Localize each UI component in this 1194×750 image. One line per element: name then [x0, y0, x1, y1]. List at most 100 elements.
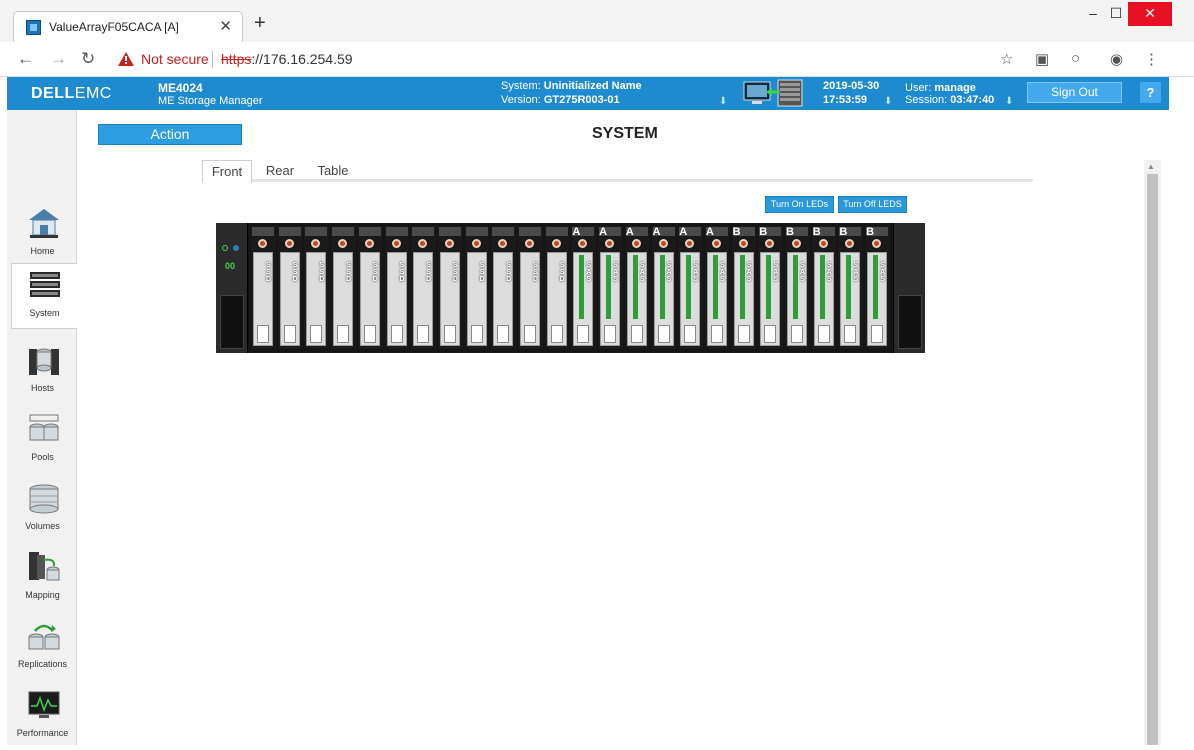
- url-host: ://176.16.254.59: [251, 51, 353, 67]
- window-close-icon[interactable]: ✕: [1128, 2, 1172, 26]
- sidebar-item-volumes[interactable]: Volumes: [11, 477, 74, 543]
- browser-tabbar: ValueArrayF05CACA [A] ✕ + – ☐ ✕: [0, 0, 1194, 42]
- drive-carrier: SAS: [626, 252, 647, 346]
- drive-slot[interactable]: A SAS: [571, 226, 596, 349]
- drive-type-label: SSD: [532, 261, 539, 283]
- minimize-icon[interactable]: –: [1083, 2, 1103, 26]
- drive-slot[interactable]: SSD: [518, 226, 543, 349]
- system-name-line[interactable]: System: Uninitialized Name: [501, 80, 642, 92]
- action-button[interactable]: Action: [98, 124, 242, 145]
- vertical-scrollbar[interactable]: ▲: [1144, 160, 1161, 745]
- back-icon[interactable]: ←: [17, 49, 34, 69]
- drive-carrier: SSD: [359, 252, 380, 346]
- extension-icon[interactable]: ○: [1071, 50, 1080, 67]
- disk-group-letter: B: [786, 226, 794, 238]
- drive-sticker: [871, 325, 884, 343]
- drive-slot[interactable]: SSD: [437, 226, 463, 349]
- drive-slot[interactable]: B SAS: [865, 226, 890, 349]
- drive-slot[interactable]: A SAS: [624, 226, 650, 349]
- drive-slot[interactable]: SSD: [411, 226, 436, 349]
- drive-slot[interactable]: B SAS: [838, 226, 863, 349]
- drive-sticker: [844, 325, 857, 343]
- session-line: Session: 03:47:40: [905, 94, 995, 106]
- sidebar-item-system[interactable]: System: [11, 263, 77, 329]
- turn-on-leds-button[interactable]: Turn On LEDs: [765, 196, 834, 213]
- sign-out-button[interactable]: Sign Out: [1027, 82, 1122, 103]
- sidebar-item-replications[interactable]: Replications: [11, 615, 74, 681]
- drive-slot[interactable]: B SAS: [731, 226, 757, 349]
- sidebar-item-mapping[interactable]: Mapping: [11, 546, 74, 612]
- drive-slot[interactable]: A SAS: [704, 226, 730, 349]
- tab-rear[interactable]: Rear: [259, 160, 301, 183]
- scroll-up-icon[interactable]: ▲: [1147, 162, 1155, 171]
- sidebar-item-home[interactable]: Home: [11, 202, 74, 268]
- drive-sticker: [390, 325, 403, 343]
- pools-icon: [29, 414, 59, 441]
- user-expand-icon[interactable]: ⬇: [1005, 96, 1013, 107]
- drive-latch: [412, 227, 435, 236]
- security-indicator[interactable]: Not secure: [141, 51, 209, 67]
- close-tab-icon[interactable]: ✕: [219, 17, 232, 35]
- reload-icon[interactable]: ↻: [81, 49, 95, 69]
- drive-led-icon: [631, 239, 641, 248]
- drive-type-label: SAS: [718, 261, 726, 283]
- sidebar-item-hosts[interactable]: Hosts: [11, 339, 74, 405]
- browser-tab[interactable]: ValueArrayF05CACA [A] ✕: [13, 11, 243, 42]
- sidebar-item-performance[interactable]: Performance: [11, 684, 74, 750]
- drive-slot[interactable]: SSD: [384, 226, 409, 349]
- system-health-icon[interactable]: [742, 79, 804, 107]
- url-field[interactable]: https://176.16.254.59: [221, 51, 353, 67]
- scrollbar-thumb[interactable]: [1147, 174, 1158, 745]
- drive-slot[interactable]: SSD: [304, 226, 329, 349]
- drive-carrier: SAS: [706, 252, 727, 346]
- mapping-icon: [29, 552, 60, 581]
- drive-latch: [252, 227, 274, 236]
- account-icon[interactable]: ◉: [1110, 50, 1123, 68]
- drive-slot[interactable]: B SAS: [785, 226, 810, 349]
- drive-type-label: SSD: [425, 261, 433, 283]
- drive-slot[interactable]: SSD: [544, 226, 570, 349]
- disk-group-letter: B: [839, 226, 848, 238]
- drive-carrier: SSD: [546, 252, 567, 346]
- drive-slot[interactable]: SSD: [464, 226, 490, 349]
- pdf-extension-icon[interactable]: ▣: [1035, 50, 1049, 68]
- drive-latch: [385, 227, 408, 236]
- drive-carrier: SAS: [733, 252, 754, 346]
- tab-front[interactable]: Front: [202, 160, 252, 183]
- drive-sticker: [684, 325, 697, 343]
- sidebar-item-pools[interactable]: Pools: [11, 408, 74, 474]
- system-expand-icon[interactable]: ⬇: [719, 96, 727, 107]
- new-tab-icon[interactable]: +: [254, 12, 266, 35]
- drive-slot[interactable]: A SAS: [678, 226, 703, 349]
- drive-slot[interactable]: A SAS: [598, 226, 623, 349]
- drive-slot[interactable]: B SAS: [758, 226, 783, 349]
- drive-latch: [278, 227, 301, 236]
- drive-type-label: SAS: [772, 261, 780, 283]
- enclosure-front-view[interactable]: 00 SSD SSD SSD SSD SSD SSD SSD SSD SSD SSD SSD SSD A…: [216, 223, 925, 353]
- maximize-icon[interactable]: ☐: [1106, 2, 1126, 26]
- help-button[interactable]: ?: [1140, 82, 1161, 103]
- drive-slot[interactable]: A SAS: [651, 226, 676, 349]
- drive-carrier: SSD: [520, 252, 540, 346]
- drive-carrier: SAS: [813, 252, 834, 346]
- drive-led-icon: [338, 239, 348, 248]
- drive-slot[interactable]: SSD: [277, 226, 303, 349]
- bookmark-star-icon[interactable]: ☆: [1000, 50, 1013, 68]
- menu-icon[interactable]: ⋮: [1144, 50, 1159, 68]
- drive-type-label: SAS: [745, 261, 753, 283]
- drive-led-icon: [685, 239, 695, 248]
- drive-slot[interactable]: SSD: [357, 226, 383, 349]
- disk-group-letter: B: [759, 226, 768, 238]
- forward-icon[interactable]: →: [50, 49, 67, 69]
- tab-table[interactable]: Table: [311, 160, 355, 183]
- disk-group-letter: A: [679, 226, 688, 238]
- drive-sticker: [470, 325, 483, 343]
- date-expand-icon[interactable]: ⬇: [884, 96, 892, 107]
- drive-slot[interactable]: SSD: [491, 226, 516, 349]
- drive-slot[interactable]: SSD: [331, 226, 356, 349]
- turn-off-leds-button[interactable]: Turn Off LEDS: [838, 196, 907, 213]
- drive-slot[interactable]: B SAS: [811, 226, 837, 349]
- drive-sticker: [657, 325, 670, 343]
- tab-title: ValueArrayF05CACA [A]: [49, 20, 179, 34]
- drive-slot[interactable]: SSD: [251, 226, 276, 349]
